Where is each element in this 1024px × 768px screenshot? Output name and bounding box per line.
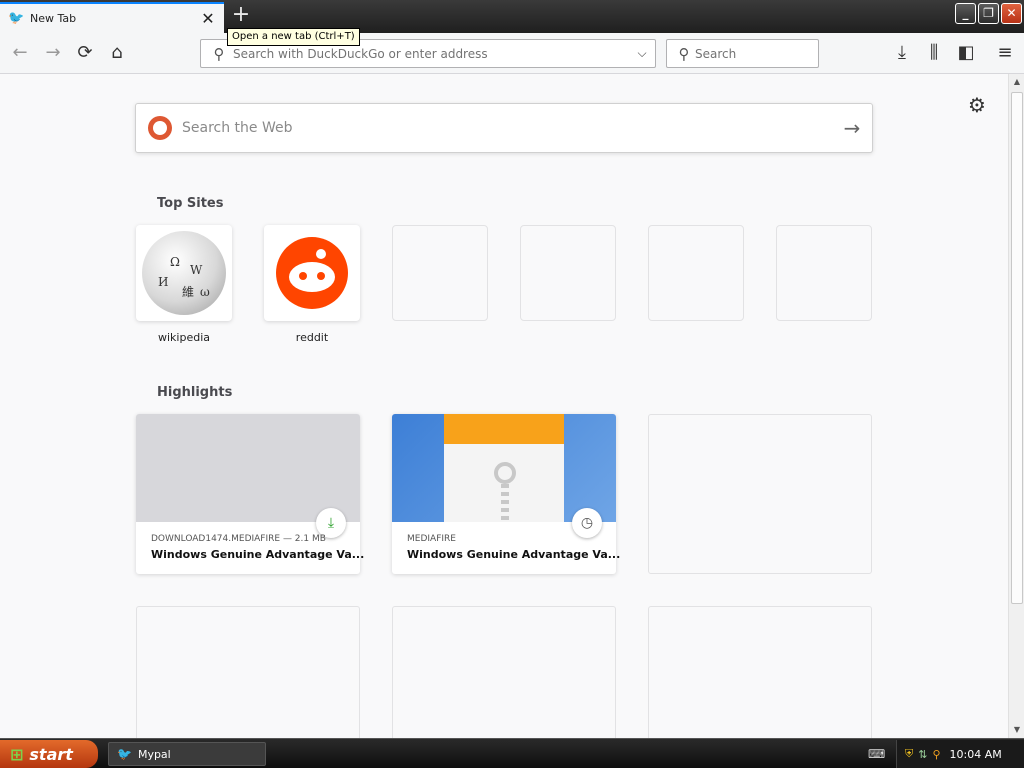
mypal-bird-icon: 🐦 — [8, 10, 25, 26]
start-button[interactable]: ⊞ start — [0, 740, 98, 768]
network-icon[interactable]: ⇅ — [918, 748, 927, 761]
keyboard-icon[interactable]: ⌨ — [868, 747, 885, 761]
security-shield-icon[interactable]: ⛨ — [905, 747, 913, 761]
nav-toolbar: ← → ⟳ ⌂ ⚲ ⌵ ⚲ ⤓ ⫼ ◧ ≡ — [0, 33, 1024, 74]
mypal-bird-icon: 🐦 — [117, 747, 132, 761]
search-icon: ⚲ — [678, 44, 690, 63]
highlight-thumbnail — [136, 414, 360, 522]
home-icon[interactable]: ⌂ — [105, 41, 129, 65]
scroll-down-icon[interactable]: ▼ — [1010, 722, 1024, 738]
new-tab-button[interactable]: + — [228, 4, 254, 28]
highlight-card[interactable]: ⤓ DOWNLOAD1474.MEDIAFIRE — 2.1 MB Window… — [136, 414, 364, 574]
top-site-empty — [776, 225, 872, 321]
windows-flag-icon: ⊞ — [10, 744, 24, 764]
highlight-thumbnail — [392, 414, 616, 522]
reddit-alien-icon — [276, 237, 348, 309]
download-icon[interactable]: ⤓ — [890, 41, 914, 65]
taskbar-item-mypal[interactable]: 🐦 Mypal — [108, 742, 266, 766]
clock-text: 10:04 AM — [949, 747, 1002, 761]
reload-icon[interactable]: ⟳ — [73, 41, 97, 65]
system-tray: ⛨ ⇅ ⚲ 10:04 AM — [896, 740, 1024, 768]
top-site-reddit[interactable] — [264, 225, 360, 321]
highlight-title: Windows Genuine Advantage Va... — [151, 548, 365, 561]
search-icon: ⚲ — [213, 44, 225, 63]
tab-new-tab[interactable]: 🐦 New Tab ✕ — [0, 2, 224, 33]
sidebar-icon[interactable]: ◧ — [954, 41, 978, 65]
taskbar: ⊞ start 🐦 Mypal ⌨ ⛨ ⇅ ⚲ 10:04 AM — [0, 738, 1024, 768]
highlight-empty — [648, 414, 872, 574]
highlight-source: MEDIAFIRE — [407, 534, 456, 544]
menu-icon[interactable]: ≡ — [993, 41, 1017, 65]
library-icon[interactable]: ⫼ — [922, 41, 946, 65]
scroll-up-icon[interactable]: ▲ — [1010, 74, 1024, 90]
wikipedia-globe-icon: Ω W И 維 ω — [142, 231, 226, 315]
search-bar[interactable]: ⚲ — [666, 39, 819, 68]
scroll-thumb[interactable] — [1011, 92, 1023, 604]
forward-arrow-icon[interactable]: → — [41, 41, 65, 65]
minimize-button[interactable]: _ — [955, 3, 976, 24]
close-window-button[interactable]: ✕ — [1001, 3, 1022, 24]
highlight-source: DOWNLOAD1474.MEDIAFIRE — 2.1 MB — [151, 534, 326, 544]
top-site-wikipedia[interactable]: Ω W И 維 ω — [136, 225, 232, 321]
gear-icon[interactable]: ⚙ — [966, 94, 988, 116]
web-search-box[interactable]: → — [135, 103, 873, 153]
duckduckgo-icon — [148, 116, 172, 140]
search-input[interactable] — [695, 46, 818, 61]
search-icon[interactable]: ⚲ — [932, 748, 940, 761]
back-arrow-icon[interactable]: ← — [8, 41, 32, 65]
address-input[interactable] — [231, 46, 629, 61]
taskbar-item-label: Mypal — [137, 747, 171, 761]
start-label: start — [29, 744, 73, 764]
web-search-input[interactable] — [182, 120, 832, 136]
top-site-label: wikipedia — [157, 331, 210, 344]
close-tab-icon[interactable]: ✕ — [198, 9, 218, 29]
highlight-card[interactable]: ◷ MEDIAFIRE Windows Genuine Advantage Va… — [392, 414, 620, 574]
title-bar: 🐦 New Tab ✕ + _ ❐ ✕ — [0, 0, 1024, 33]
highlights-heading: Highlights — [157, 385, 233, 400]
top-site-empty — [392, 225, 488, 321]
clock-icon: ◷ — [572, 508, 602, 538]
new-tab-tooltip: Open a new tab (Ctrl+T) — [227, 28, 360, 46]
highlight-empty — [648, 606, 872, 738]
top-site-empty — [648, 225, 744, 321]
tab-title: New Tab — [30, 12, 77, 25]
maximize-button[interactable]: ❐ — [978, 3, 999, 24]
top-site-empty — [520, 225, 616, 321]
highlight-empty — [392, 606, 616, 738]
chevron-down-icon[interactable]: ⌵ — [629, 46, 655, 61]
top-site-label: reddit — [295, 331, 329, 344]
vertical-scrollbar[interactable]: ▲ ▼ — [1008, 74, 1024, 738]
arrow-right-icon[interactable]: → — [832, 116, 872, 140]
top-sites-heading: Top Sites — [157, 196, 224, 211]
highlight-title: Windows Genuine Advantage Va... — [407, 548, 621, 561]
window-controls: _ ❐ ✕ — [955, 3, 1022, 24]
highlight-empty — [136, 606, 360, 738]
new-tab-page: ⚙ → Top Sites Ω W И 維 ω wikipedia reddit… — [0, 74, 1008, 738]
